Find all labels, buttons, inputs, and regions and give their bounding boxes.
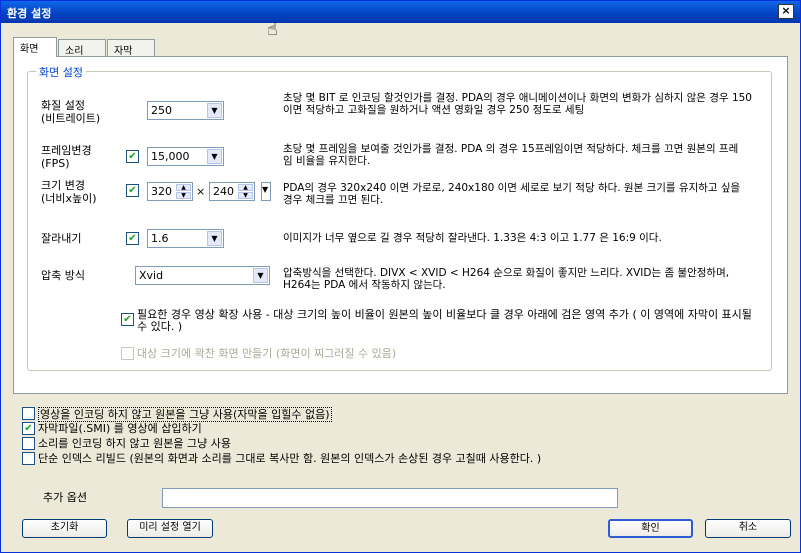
- codec-label: 압축 방식: [41, 269, 85, 282]
- chevron-down-icon[interactable]: ▼: [253, 268, 268, 283]
- width-spinner[interactable]: 320 ▲ ▼: [147, 182, 193, 201]
- fps-select[interactable]: 15,000 ▼: [147, 147, 224, 166]
- group-title: 화면 설정: [36, 64, 86, 80]
- screen-settings-group: 화면 설정 화질 설정 (비트레이트) 250 ▼ 초당 몇 BIT 로 인코딩 …: [27, 64, 772, 371]
- option-no-audio-encode-checkbox[interactable]: [22, 437, 35, 450]
- fps-description: 초당 몇 프레임을 보여줄 것인가를 결정. PDA 의 경우 15프레임이면 …: [283, 143, 739, 167]
- height-spinner[interactable]: 240 ▲ ▼: [209, 182, 255, 201]
- quality-label: 화질 설정 (비트레이트): [41, 99, 101, 125]
- preset-open-button[interactable]: 미리 설정 열기: [127, 519, 213, 538]
- window-title: 환경 설정: [7, 7, 52, 20]
- tab-panel: 화면 설정 화질 설정 (비트레이트) 250 ▼ 초당 몇 BIT 로 인코딩 …: [13, 56, 788, 394]
- option-no-audio-encode-label: 소리를 인코딩 하지 않고 원본을 그냥 사용: [38, 437, 232, 450]
- option-embed-subtitle-checkbox[interactable]: ✔: [22, 422, 35, 435]
- spin-down-icon[interactable]: ▼: [176, 192, 191, 199]
- option-index-rebuild-label: 단순 인덱스 리빌드 (원본의 화면과 소리를 그대로 복사만 함. 원본의 인…: [38, 452, 542, 465]
- tab-screen[interactable]: 화면: [13, 37, 57, 57]
- size-label: 크기 변경 (너비x높이): [41, 179, 97, 205]
- ok-button[interactable]: 확인: [608, 519, 693, 538]
- quality-description: 초당 몇 BIT 로 인코딩 할것인가를 결정. PDA의 경우 애니메이션이나…: [283, 92, 752, 116]
- tab-subtitle[interactable]: 자막: [107, 39, 155, 57]
- height-value: 240: [213, 185, 234, 198]
- quality-select[interactable]: 250 ▼: [147, 101, 224, 120]
- cancel-button[interactable]: 취소: [705, 519, 791, 538]
- spin-up-icon[interactable]: ▲: [176, 184, 191, 191]
- extra-options-input[interactable]: [162, 488, 618, 508]
- size-description: PDA의 경우 320x240 이면 가로로, 240x180 이면 세로로 보…: [283, 182, 741, 206]
- option-no-video-encode-checkbox[interactable]: [22, 407, 35, 420]
- codec-select[interactable]: Xvid ▼: [135, 266, 270, 285]
- option-index-rebuild-checkbox[interactable]: [22, 452, 35, 465]
- crop-select[interactable]: 1.6 ▼: [147, 229, 224, 248]
- tab-sound[interactable]: 소리: [58, 39, 106, 57]
- chevron-down-icon[interactable]: ▼: [207, 231, 222, 246]
- extra-options-label: 추가 옵션: [43, 491, 87, 504]
- hand-cursor-icon: ☝: [267, 19, 278, 40]
- codec-description: 압축방식을 선택한다. DIVX < XVID < H264 순으로 화질이 좋…: [283, 267, 730, 291]
- chevron-down-icon[interactable]: ▼: [207, 103, 222, 118]
- width-value: 320: [151, 185, 172, 198]
- quality-value: 250: [151, 104, 172, 117]
- chevron-down-icon[interactable]: ▼: [207, 149, 222, 164]
- spin-down-icon[interactable]: ▼: [238, 192, 253, 199]
- settings-window: 환경 설정 × ☝ 화면 소리 자막 화면 설정 화질 설정 (비트레이트) 25…: [0, 0, 801, 553]
- letterbox-checkbox[interactable]: ✔: [121, 313, 134, 326]
- option-no-video-encode-label: 영상을 인코딩 하지 않고 원본을 그냥 사용(자막을 입힐수 없음): [38, 407, 332, 422]
- spin-up-icon[interactable]: ▲: [238, 184, 253, 191]
- crop-value: 1.6: [151, 232, 169, 245]
- crop-description: 이미지가 너무 옆으로 길 경우 적당히 잘라낸다. 1.33은 4:3 이고 …: [283, 232, 662, 244]
- size-checkbox[interactable]: ✔: [126, 184, 139, 197]
- fps-checkbox[interactable]: ✔: [126, 150, 139, 163]
- close-button[interactable]: ×: [778, 4, 794, 19]
- size-preset-dropdown[interactable]: ▼: [261, 182, 271, 201]
- fit-label: 대상 크기에 꽉찬 화면 만들기 (화면이 찌그러질 수 있음): [137, 347, 397, 360]
- fps-label: 프레임변경 (FPS): [41, 144, 92, 170]
- letterbox-label: 필요한 경우 영상 확장 사용 - 대상 크기의 높이 비율이 원본의 높이 비…: [137, 308, 752, 333]
- option-embed-subtitle-label: 자막파일(.SMI) 를 영상에 삽입하기: [38, 422, 202, 435]
- fps-value: 15,000: [151, 150, 190, 163]
- crop-label: 잘라내기: [41, 232, 82, 245]
- crop-checkbox[interactable]: ✔: [126, 232, 139, 245]
- size-separator: ×: [196, 185, 206, 198]
- fit-checkbox: [121, 347, 134, 360]
- codec-value: Xvid: [139, 269, 164, 282]
- title-bar[interactable]: 환경 설정 ×: [1, 1, 800, 23]
- reset-button[interactable]: 초기화: [22, 519, 107, 538]
- chevron-down-icon: ▼: [262, 185, 269, 194]
